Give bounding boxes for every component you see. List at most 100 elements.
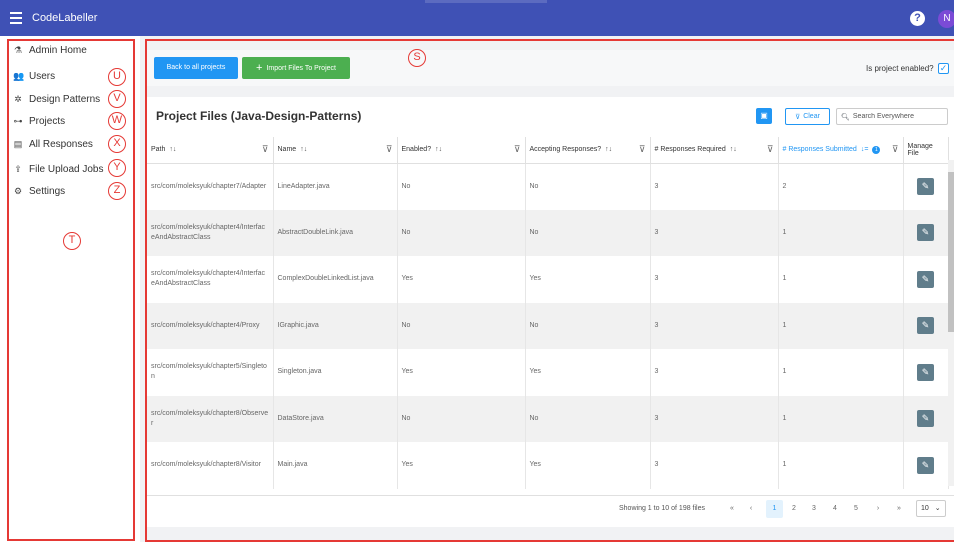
annotation-marker-s: S (408, 49, 426, 67)
help-icon[interactable]: ? (910, 11, 925, 26)
filter-icon[interactable]: ⊽ (892, 144, 899, 155)
cell-required: 3 (650, 349, 779, 396)
cell-manage: ✎ (903, 395, 949, 442)
sort-icon[interactable]: ↑↓ (730, 146, 737, 153)
cell-name: IGraphic.java (273, 302, 398, 349)
table-row: src/com/moleksyuk/chapter8/Observer DataS… (147, 395, 949, 442)
column-header-name[interactable]: Name ↑↓ ⊽ (273, 137, 398, 164)
cell-enabled: Yes (397, 349, 526, 396)
annotation-marker-x: X (108, 135, 126, 153)
project-enabled-checkbox[interactable]: ✓ (938, 63, 949, 74)
cell-manage: ✎ (903, 302, 949, 349)
prev-page-button[interactable]: ‹ (745, 500, 757, 518)
sidebar-item-file-upload-jobs[interactable]: ⇪ File Upload Jobs (13, 160, 103, 178)
column-header-path[interactable]: Path ↑↓ ⊽ (147, 137, 274, 164)
column-header-submitted[interactable]: # Responses Submitted ↓= 1 ⊽ (778, 137, 904, 164)
cell-name: Main.java (273, 442, 398, 489)
column-header-manage: Manage File (903, 137, 949, 164)
search-input[interactable] (852, 113, 947, 120)
page-button-2[interactable]: 2 (788, 500, 800, 518)
scrollbar-thumb[interactable] (948, 172, 954, 332)
edit-file-icon[interactable]: ✎ (917, 363, 934, 381)
cell-required: 3 (650, 256, 779, 303)
annotation-marker-y: Y (108, 159, 126, 177)
filter-icon[interactable]: ⊽ (386, 144, 393, 155)
filter-icon[interactable]: ⊽ (639, 144, 646, 155)
sort-icon[interactable]: ↑↓ (169, 146, 176, 153)
edit-file-icon[interactable]: ✎ (917, 410, 934, 428)
table-row: src/com/moleksyuk/chapter8/Visitor Main.j… (147, 442, 949, 489)
sidebar-item-design-patterns[interactable]: ✲ Design Patterns (13, 90, 100, 108)
sidebar-item-projects[interactable]: ⊶ Projects (13, 112, 66, 130)
cell-name: LineAdapter.java (273, 163, 398, 210)
edit-file-icon[interactable]: ✎ (917, 317, 934, 335)
search-icon: 🔍︎ (841, 113, 850, 121)
annotation-marker-v: V (108, 90, 126, 108)
next-page-button[interactable]: › (872, 500, 884, 518)
import-files-button[interactable]: + Import Files To Project (242, 57, 350, 79)
sidebar-item-label: Users (29, 70, 56, 82)
sort-icon[interactable]: ↑↓ (300, 146, 307, 153)
page-button-4[interactable]: 4 (829, 500, 841, 518)
sidebar-item-label: Admin Home (29, 44, 87, 56)
back-to-projects-button[interactable]: Back to all projects (154, 57, 238, 79)
app-title[interactable]: CodeLabeller (32, 12, 97, 24)
project-enabled-label: Is project enabled? (866, 64, 934, 73)
cell-path: src/com/moleksyuk/chapter5/Singleton (147, 349, 274, 396)
list-icon: ▤ (13, 139, 23, 149)
page-button-1[interactable]: 1 (766, 500, 783, 518)
cell-submitted: 1 (778, 442, 904, 489)
cell-manage: ✎ (903, 349, 949, 396)
cell-path: src/com/moleksyuk/chapter8/Observer (147, 395, 274, 442)
sort-icon[interactable]: ↑↓ (605, 146, 612, 153)
table-row: src/com/moleksyuk/chapter4/InterfaceAndA… (147, 209, 949, 256)
table-row: src/com/moleksyuk/chapter5/Singleton Sing… (147, 349, 949, 396)
page-button-5[interactable]: 5 (850, 500, 862, 518)
user-avatar[interactable]: N (938, 10, 954, 28)
table-row: src/com/moleksyuk/chapter4/InterfaceAndA… (147, 256, 949, 303)
column-header-accepting[interactable]: Accepting Responses? ↑↓ ⊽ (525, 137, 651, 164)
sort-desc-icon[interactable]: ↓= (861, 146, 869, 153)
cell-enabled: Yes (397, 442, 526, 489)
last-page-button[interactable]: » (893, 500, 905, 518)
first-page-button[interactable]: « (726, 500, 738, 518)
filter-icon[interactable]: ⊽ (514, 144, 521, 155)
cell-accepting: No (525, 395, 651, 442)
cell-manage: ✎ (903, 163, 949, 210)
cell-name: ComplexDoubleLinkedList.java (273, 256, 398, 303)
filter-icon[interactable]: ⊽ (262, 144, 269, 155)
cell-path: src/com/moleksyuk/chapter7/Adapter (147, 163, 274, 210)
rows-per-page-select[interactable]: 10 ⌄ (916, 500, 946, 517)
search-box: 🔍︎ (836, 108, 948, 125)
cell-name: Singleton.java (273, 349, 398, 396)
cell-required: 3 (650, 442, 779, 489)
sidebar-item-users[interactable]: 👥 Users (13, 67, 55, 85)
cell-name: DataStore.java (273, 395, 398, 442)
cell-submitted: 2 (778, 163, 904, 210)
cell-enabled: No (397, 163, 526, 210)
export-file-icon[interactable]: ▣ (756, 108, 772, 124)
table-row: src/com/moleksyuk/chapter4/Proxy IGraphic… (147, 302, 949, 349)
edit-file-icon[interactable]: ✎ (917, 224, 934, 242)
edit-file-icon[interactable]: ✎ (917, 178, 934, 195)
page-button-3[interactable]: 3 (808, 500, 820, 518)
cell-submitted: 1 (778, 256, 904, 303)
annotation-marker-u: U (108, 68, 126, 86)
sidebar-item-label: Projects (29, 115, 66, 127)
sidebar-item-admin-home[interactable]: ⚗ Admin Home (13, 41, 87, 59)
sidebar-item-all-responses[interactable]: ▤ All Responses (13, 135, 93, 153)
hamburger-menu-icon[interactable] (10, 12, 22, 24)
top-app-bar: CodeLabeller ? N (0, 0, 954, 36)
edit-file-icon[interactable]: ✎ (917, 456, 934, 474)
sidebar-item-settings[interactable]: ⚙ Settings (13, 182, 65, 200)
clear-filters-button[interactable]: ⊽ Clear (785, 108, 830, 125)
filter-icon[interactable]: ⊽ (767, 144, 774, 155)
chevron-down-icon: ⌄ (934, 505, 941, 512)
table-scrollbar[interactable] (948, 160, 954, 486)
cell-accepting: Yes (525, 442, 651, 489)
sort-icon[interactable]: ↑↓ (435, 146, 442, 153)
edit-file-icon[interactable]: ✎ (917, 270, 934, 288)
cell-submitted: 1 (778, 349, 904, 396)
column-header-required[interactable]: # Responses Required ↑↓ ⊽ (650, 137, 779, 164)
column-header-enabled[interactable]: Enabled? ↑↓ ⊽ (397, 137, 526, 164)
